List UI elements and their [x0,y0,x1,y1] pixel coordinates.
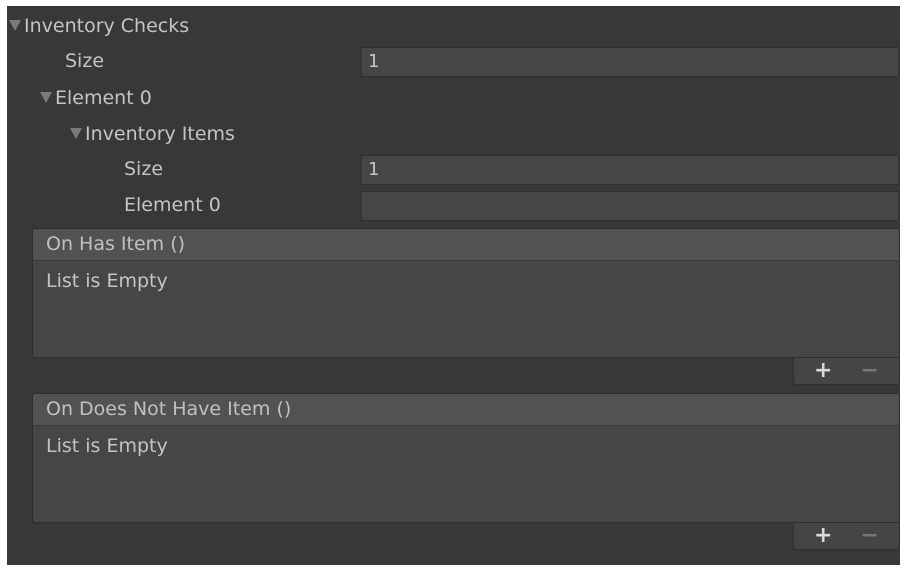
event-empty-text: List is Empty [46,270,168,292]
foldout-triangle-icon [40,92,52,103]
event-header: On Does Not Have Item () [33,394,899,426]
inspector-panel: Inventory Checks Size 1 Element 0 Invent… [7,6,900,565]
remove-listener-button[interactable]: − [861,525,879,547]
on-does-not-have-item-event: On Does Not Have Item () List is Empty [32,393,900,523]
foldout-triangle-icon [9,20,21,31]
inventory-items-foldout[interactable]: Inventory Items [70,116,235,150]
event-header: On Has Item () [33,229,899,261]
event-list-controls: + − [793,358,900,385]
remove-listener-button[interactable]: − [861,360,879,382]
inventory-items-label: Inventory Items [85,122,235,145]
size-field[interactable]: 1 [361,47,899,77]
items-element0-label: Element 0 [124,194,221,216]
items-size-field[interactable]: 1 [361,155,899,185]
add-listener-button[interactable]: + [814,360,832,382]
inventory-checks-foldout[interactable]: Inventory Checks [9,8,189,42]
on-has-item-event: On Has Item () List is Empty [32,228,900,358]
element0-foldout[interactable]: Element 0 [40,80,152,114]
event-list-controls: + − [793,523,900,550]
foldout-triangle-icon [70,128,82,139]
items-element0-field[interactable] [361,191,899,221]
add-listener-button[interactable]: + [814,525,832,547]
event-empty-text: List is Empty [46,435,168,457]
items-size-label: Size [124,158,164,180]
size-label: Size [65,50,105,72]
inventory-checks-label: Inventory Checks [24,14,190,37]
element0-label: Element 0 [55,86,152,109]
